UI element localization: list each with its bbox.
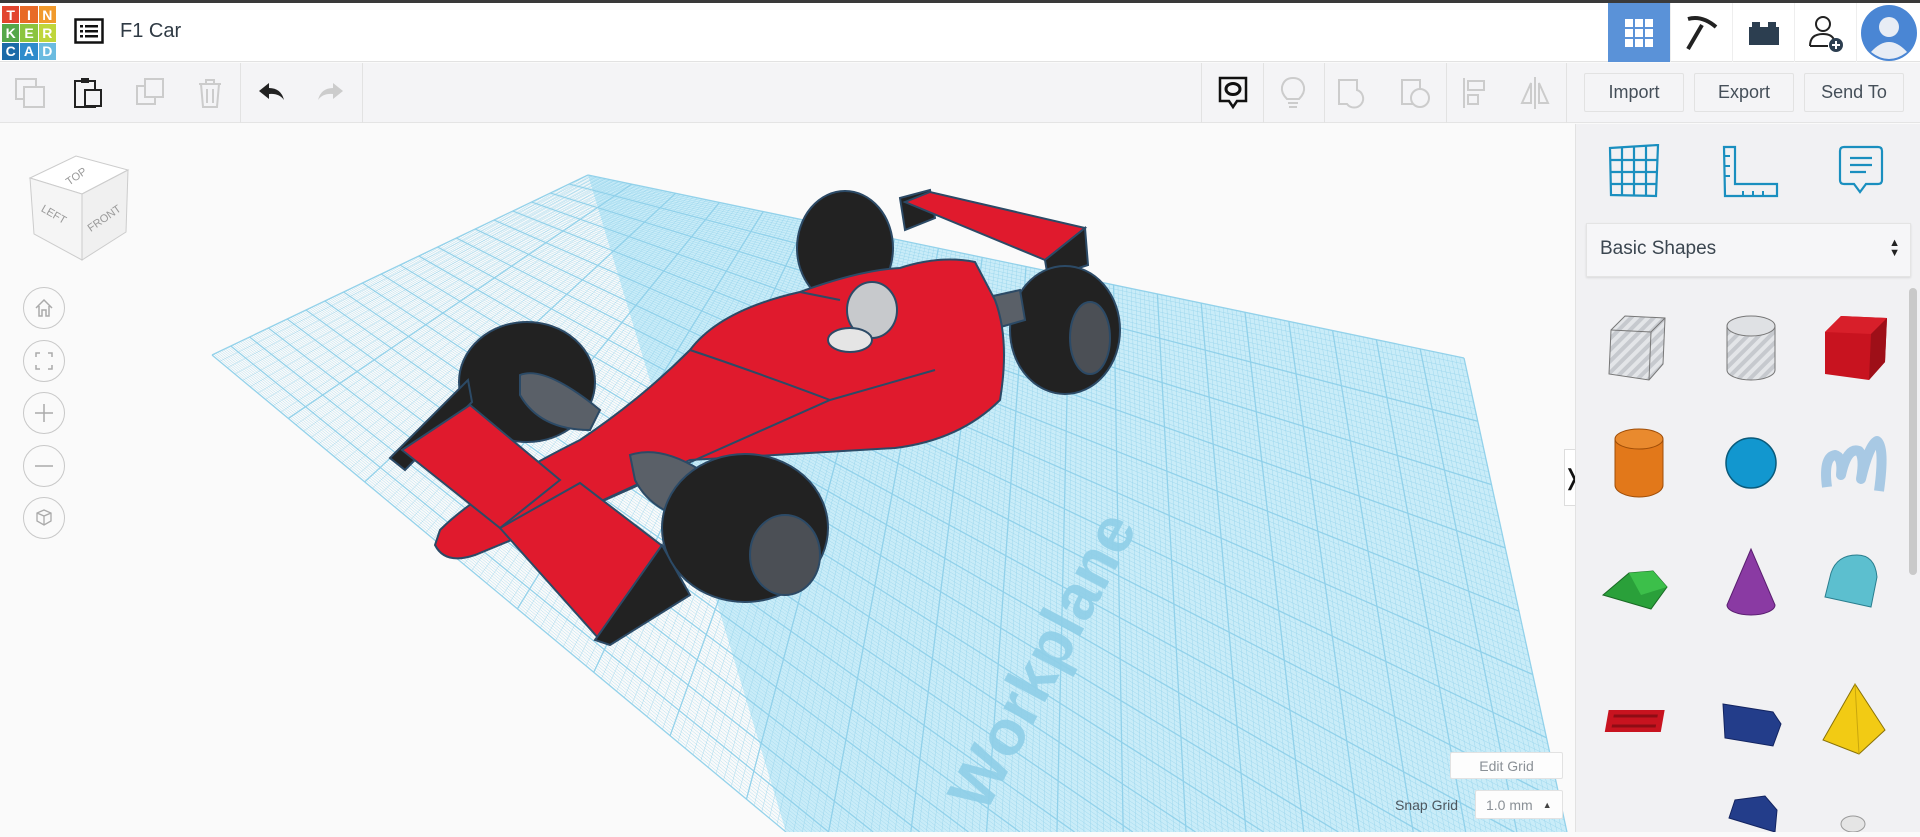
- panel-scrollbar[interactable]: [1909, 288, 1917, 575]
- redo-button[interactable]: [308, 73, 352, 113]
- export-button[interactable]: Export: [1694, 73, 1794, 112]
- fit-view-icon: [35, 352, 53, 370]
- tinkercad-logo[interactable]: TINKERCAD: [2, 6, 56, 60]
- group-button[interactable]: [1330, 73, 1374, 113]
- shape-scribble-icon[interactable]: [1807, 417, 1897, 507]
- shape-text-icon[interactable]: [1593, 674, 1683, 764]
- notes-tool[interactable]: [1838, 144, 1886, 205]
- redo-icon: [318, 83, 343, 100]
- show-notes-icon: [1218, 76, 1248, 110]
- shape-cone-icon[interactable]: [1705, 537, 1795, 627]
- snap-grid-select[interactable]: 1.0 mm ▲: [1475, 790, 1563, 819]
- snap-grid-label: Snap Grid: [1395, 797, 1459, 813]
- avatar[interactable]: [1856, 3, 1920, 62]
- undo-icon: [259, 83, 284, 100]
- shape-box-icon[interactable]: [1807, 302, 1897, 392]
- copy-button[interactable]: [8, 73, 52, 113]
- 3d-design-icon[interactable]: [1608, 3, 1670, 62]
- shape-category-value: Basic Shapes: [1600, 238, 1717, 259]
- zoom-in-button[interactable]: [23, 392, 65, 434]
- align-button[interactable]: [1453, 73, 1497, 113]
- view-cube[interactable]: TOP LEFT FRONT: [26, 150, 132, 267]
- shape-partial-1-icon[interactable]: [1593, 788, 1683, 832]
- logo-letter: I: [20, 6, 38, 24]
- shape-sphere-icon[interactable]: [1705, 417, 1795, 507]
- codeblocks-pickaxe-icon[interactable]: [1670, 3, 1732, 62]
- lightbulb-button[interactable]: [1271, 73, 1315, 113]
- header: TINKERCAD F1 Car: [0, 3, 1920, 62]
- home-view-button[interactable]: [23, 287, 65, 329]
- delete-icon: [199, 79, 221, 108]
- design-list-icon[interactable]: [74, 18, 104, 49]
- shape-cylinder-hole-icon[interactable]: [1705, 302, 1795, 392]
- logo-letter: K: [2, 24, 20, 42]
- shapes-panel: Basic Shapes ▲ ▼: [1575, 124, 1920, 833]
- workplane-tool[interactable]: [1606, 143, 1662, 205]
- send-to-button[interactable]: Send To: [1804, 73, 1904, 112]
- logo-letter: A: [20, 42, 38, 60]
- 3d-viewport[interactable]: Workplane TOP LEFT FRONT: [0, 124, 1575, 832]
- logo-letter: R: [38, 24, 56, 42]
- ortho-view-icon: [36, 509, 52, 526]
- snap-grid-value: 1.0 mm: [1486, 796, 1533, 813]
- delete-button[interactable]: [188, 73, 232, 113]
- logo-letter: D: [38, 42, 56, 60]
- shape-category-select[interactable]: Basic Shapes ▲ ▼: [1586, 223, 1911, 277]
- shape-group-icon: [1338, 79, 1365, 109]
- shape-round-roof-icon[interactable]: [1807, 537, 1897, 627]
- design-title[interactable]: F1 Car: [120, 20, 181, 43]
- toolbar-divider: [1446, 63, 1447, 123]
- wheel-hub: [749, 514, 821, 596]
- zoom-in-icon: [35, 404, 53, 422]
- shape-cylinder-icon[interactable]: [1593, 417, 1683, 507]
- undo-button[interactable]: [250, 73, 294, 113]
- paste-button[interactable]: [66, 73, 110, 113]
- sort-arrows-icon: ▲ ▼: [1889, 237, 1900, 259]
- mirror-button[interactable]: [1513, 73, 1557, 113]
- lightbulb-icon: [1280, 76, 1306, 108]
- toolbar-divider: [1263, 63, 1264, 123]
- notes-icon: [1838, 145, 1884, 194]
- logo-letter: N: [38, 6, 56, 24]
- shape-partial-3-icon[interactable]: [1807, 788, 1897, 833]
- add-user-icon[interactable]: [1794, 3, 1856, 62]
- copy-icon: [15, 78, 45, 108]
- import-button[interactable]: Import: [1584, 73, 1684, 112]
- zoom-out-icon: [35, 465, 53, 467]
- shape-box-hole-icon[interactable]: [1593, 302, 1683, 392]
- toolbar: Import Export Send To: [0, 63, 1920, 123]
- ortho-view-button[interactable]: [23, 497, 65, 539]
- shape-ungroup-icon: [1401, 79, 1430, 108]
- toolbar-divider: [240, 63, 241, 123]
- logo-letter: C: [2, 42, 20, 60]
- logo-letter: T: [2, 6, 20, 24]
- ruler-tool[interactable]: [1721, 144, 1781, 205]
- toolbar-divider: [1566, 63, 1567, 123]
- zoom-out-button[interactable]: [23, 445, 65, 487]
- steering-wheel: [827, 327, 873, 353]
- toolbar-divider: [362, 63, 363, 123]
- ungroup-button[interactable]: [1393, 73, 1437, 113]
- home-icon: [35, 298, 53, 317]
- workplane-icon: [1608, 143, 1660, 198]
- lego-brick-icon[interactable]: [1732, 3, 1794, 62]
- ruler-icon: [1722, 145, 1779, 198]
- logo-letter: E: [20, 24, 38, 42]
- duplicate-button[interactable]: [128, 73, 172, 113]
- shape-pyramid-icon[interactable]: [1807, 674, 1897, 764]
- shape-wedge-icon[interactable]: [1705, 674, 1795, 764]
- edit-grid-button[interactable]: Edit Grid: [1450, 752, 1563, 779]
- shape-roof-icon[interactable]: [1593, 537, 1683, 627]
- show-notes-button[interactable]: [1211, 73, 1255, 113]
- caret-up-icon: ▲: [1542, 799, 1552, 810]
- fit-view-button[interactable]: [23, 340, 65, 382]
- toolbar-divider: [1201, 63, 1202, 123]
- wheel-hub: [1069, 301, 1111, 375]
- toolbar-divider: [1324, 63, 1325, 123]
- mirror-icon: [1520, 77, 1550, 109]
- paste-icon: [74, 78, 102, 108]
- align-icon: [1463, 78, 1485, 108]
- duplicate-icon: [136, 78, 164, 105]
- shape-polygon-icon[interactable]: [1705, 788, 1795, 833]
